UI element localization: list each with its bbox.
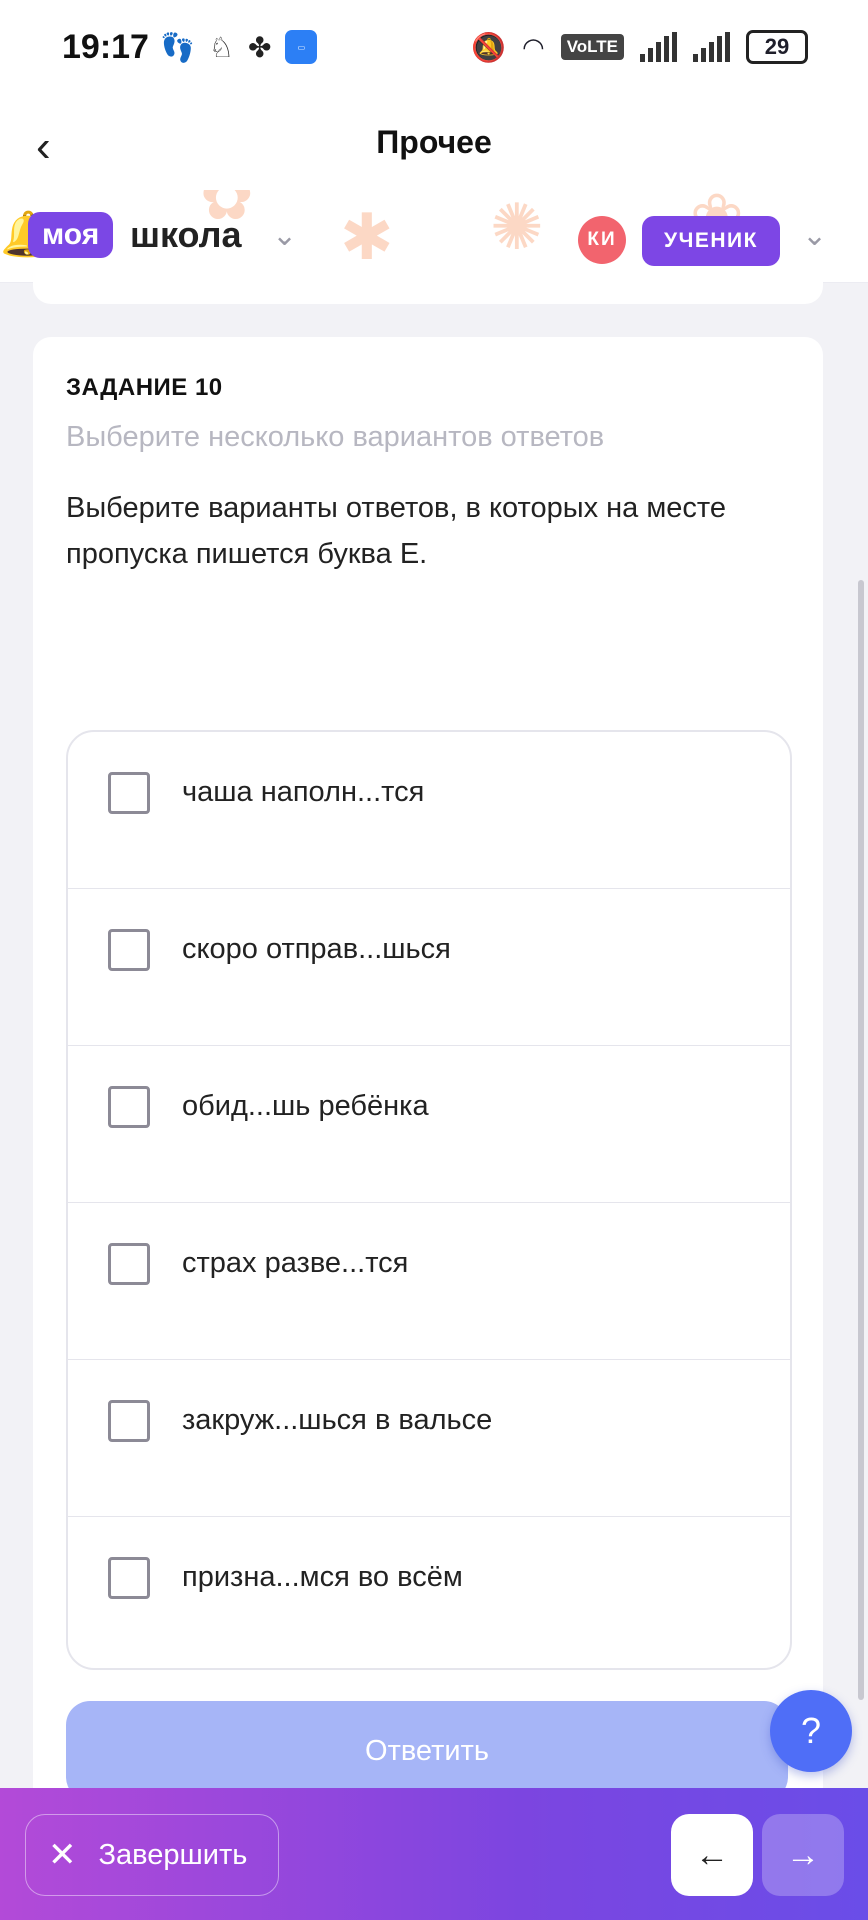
option-label: страх разве...тся xyxy=(182,1247,409,1279)
previous-card-edge xyxy=(33,282,823,304)
steps-icon: 👣 xyxy=(160,31,195,63)
checkbox[interactable] xyxy=(108,1243,150,1285)
option-label: закруж...шься в вальсе xyxy=(182,1404,493,1436)
scrollbar[interactable] xyxy=(858,580,864,1700)
top-app-bar: ‹ Прочее xyxy=(0,100,868,190)
checkbox[interactable] xyxy=(108,1086,150,1128)
help-button[interactable]: ? xyxy=(770,1690,852,1772)
market-app-icon: ▭ xyxy=(285,30,318,64)
mute-icon: 🔕 xyxy=(471,31,506,63)
task-number: ЗАДАНИЕ 10 xyxy=(66,374,223,401)
previous-task-button[interactable]: ← xyxy=(671,1814,753,1896)
status-bar: 19:17 👣 ♘ ✤ ▭ 🔕 ◠ VoLTE 29 xyxy=(0,0,868,100)
answer-button[interactable]: Ответить xyxy=(66,1701,788,1801)
chevron-down-icon[interactable]: ⌄ xyxy=(272,218,297,253)
finish-button[interactable]: ✕ Завершить xyxy=(25,1814,279,1896)
school-header: ✱ ✺ ❀ ✿ 🔔 моя школа ⌄ КИ УЧЕНИК ⌄ xyxy=(0,190,868,283)
option-item[interactable]: страх разве...тся xyxy=(68,1203,790,1360)
role-badge[interactable]: УЧЕНИК xyxy=(642,216,780,266)
profile-chevron-down-icon[interactable]: ⌄ xyxy=(802,218,827,253)
signal-icon-2 xyxy=(693,32,730,62)
option-item[interactable]: чаша наполн...тся xyxy=(68,732,790,889)
bottom-action-bar: ✕ Завершить ← → xyxy=(0,1788,868,1920)
arrow-right-icon: → xyxy=(786,1835,820,1874)
task-question: Выберите варианты ответов, в которых на … xyxy=(66,492,726,570)
answer-options: чаша наполн...тся скоро отправ...шься об… xyxy=(66,730,792,1670)
wifi-icon: ◠ xyxy=(522,31,545,62)
app-notification-icon: ♘ xyxy=(208,31,234,63)
autumn-decoration-icon: ✺ xyxy=(490,191,544,263)
next-task-button[interactable]: → xyxy=(762,1814,844,1896)
logo-part1[interactable]: моя xyxy=(28,212,114,258)
battery-icon: 29 xyxy=(746,30,808,64)
checkbox[interactable] xyxy=(108,929,150,971)
option-item[interactable]: закруж...шься в вальсе xyxy=(68,1360,790,1517)
status-time: 19:17 xyxy=(62,28,149,66)
logo-part2[interactable]: школа xyxy=(130,214,242,256)
option-item[interactable]: обид...шь ребёнка xyxy=(68,1046,790,1203)
option-item[interactable]: призна...мся во всём xyxy=(68,1517,790,1668)
finish-label: Завершить xyxy=(98,1838,248,1871)
fan-icon: ✤ xyxy=(247,31,272,63)
arrow-left-icon: ← xyxy=(695,1835,729,1874)
option-item[interactable]: скоро отправ...шься xyxy=(68,889,790,1046)
checkbox[interactable] xyxy=(108,772,150,814)
option-label: обид...шь ребёнка xyxy=(182,1090,429,1122)
system-icons: 🔕 ◠ VoLTE 29 xyxy=(471,30,808,64)
checkbox[interactable] xyxy=(108,1557,150,1599)
signal-icon-1 xyxy=(640,32,677,62)
task-hint: Выберите несколько вариантов ответов xyxy=(66,421,605,453)
notification-icons: 👣 ♘ ✤ ▭ xyxy=(160,30,318,64)
avatar[interactable]: КИ xyxy=(578,216,626,264)
checkbox[interactable] xyxy=(108,1400,150,1442)
volte-icon: VoLTE xyxy=(560,34,624,60)
option-label: чаша наполн...тся xyxy=(182,776,425,808)
close-icon: ✕ xyxy=(48,1836,77,1874)
option-label: скоро отправ...шься xyxy=(182,933,451,965)
option-label: призна...мся во всём xyxy=(182,1561,463,1593)
task-card: ЗАДАНИЕ 10 Выберите несколько вариантов … xyxy=(33,337,823,1837)
maple-leaf-decoration-icon: ✱ xyxy=(340,201,394,273)
page-title: Прочее xyxy=(376,124,492,160)
